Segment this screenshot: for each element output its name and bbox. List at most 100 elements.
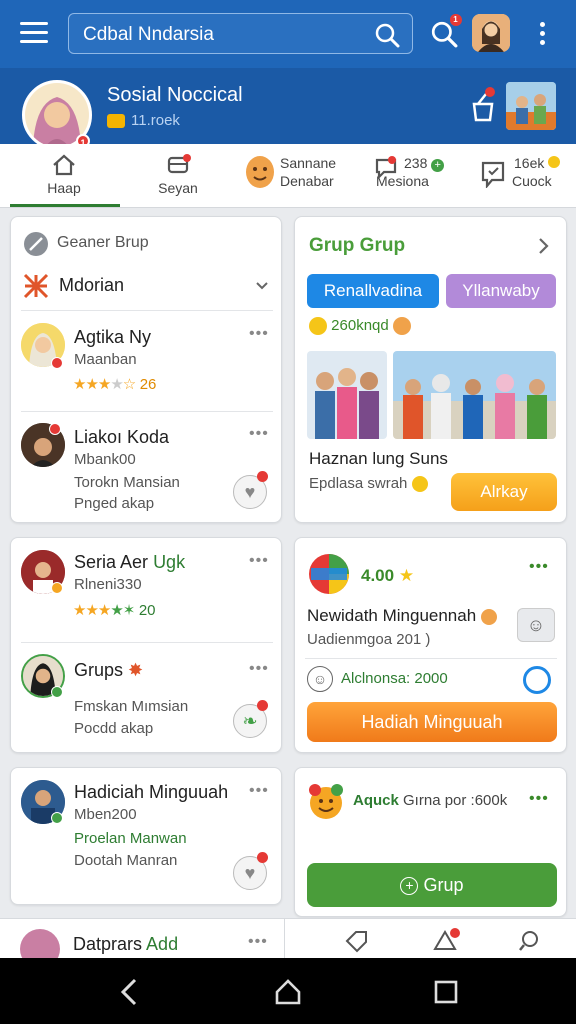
more-options-icon[interactable]: ••• <box>249 325 269 343</box>
tab-seyan[interactable]: Seyan <box>148 154 208 197</box>
divider <box>21 310 273 311</box>
list-item[interactable]: Seria Aer Ugk Rlneni330 ★★★★✶ 20 ••• <box>11 538 281 638</box>
profile-name: Sosial Noccical <box>107 84 243 106</box>
top-app-bar: Cdbal Nndarsia 1 1 <box>0 0 576 68</box>
action-button[interactable]: Alrkay <box>451 473 557 511</box>
photo-subcaption: Epdlasa swrah <box>309 475 428 493</box>
alert-icon[interactable] <box>432 927 462 953</box>
group-card: Geaner Brup Mdorian Agtika Ny Maanban ★★… <box>10 216 282 523</box>
more-options-icon[interactable]: ••• <box>248 933 268 951</box>
item-line1: Proelan Manwan <box>74 830 187 847</box>
ring-icon[interactable] <box>523 666 551 694</box>
dropdown-value: Mdorian <box>59 275 125 295</box>
divider <box>21 411 273 412</box>
back-icon[interactable] <box>118 978 140 1006</box>
search-icon[interactable] <box>518 929 542 953</box>
more-options-icon[interactable] <box>540 22 548 49</box>
more-options-icon[interactable]: ••• <box>249 425 269 443</box>
more-options-icon[interactable]: ••• <box>249 660 269 678</box>
avatar-badge <box>51 582 63 594</box>
pattern-icon <box>23 273 49 299</box>
divider <box>305 658 557 659</box>
item-name: Hadiciah Minguuah <box>74 782 229 802</box>
group-photo[interactable] <box>307 351 387 439</box>
group-card: Aquck Gırna por :600k ••• + Grup <box>294 767 567 917</box>
tab-bar: Haap Seyan Sannane Denabar 238 + Mesiona… <box>0 144 576 208</box>
join-group-button[interactable]: + Grup <box>307 863 557 907</box>
tab-sannane[interactable]: Sannane Denabar <box>244 154 344 190</box>
tab-cuock[interactable]: 16ek Cuock <box>480 154 570 190</box>
stars-icon: ★★★ <box>73 376 111 393</box>
gift-icon[interactable] <box>470 86 496 126</box>
tab-label: Sannane <box>280 155 337 171</box>
item-name: Agtika Ny <box>74 327 152 347</box>
card-label: Aquck Gırna por :600k <box>353 792 508 809</box>
search-icon[interactable] <box>374 22 400 48</box>
coin-icon <box>107 114 125 129</box>
more-options-icon[interactable]: ••• <box>249 782 269 800</box>
stars-icon: ★★★ <box>73 602 111 619</box>
item-name: Liakoı Koda <box>74 427 170 447</box>
home-icon[interactable] <box>274 978 302 1006</box>
rating: ★★★★☆ 26 <box>73 376 157 393</box>
emoji-face-icon <box>246 156 274 188</box>
message-icon <box>481 161 505 188</box>
search-input[interactable]: Cdbal Nndarsia <box>68 13 413 54</box>
more-options-icon[interactable]: ••• <box>529 558 549 576</box>
reward-button[interactable]: Hadiah Minguuah <box>307 702 557 742</box>
tab-home[interactable]: Haap <box>36 154 92 197</box>
bottom-peek-row: Datprars Add ••• <box>0 918 576 969</box>
card-header: Geaner Brup <box>57 234 149 251</box>
item-sub: Maanban <box>74 351 137 368</box>
user-avatar[interactable] <box>472 14 510 52</box>
chevron-down-icon <box>256 282 268 290</box>
list-item[interactable]: Grups ✸ Fmskan Mımsian Pocdd akap ••• ❧ <box>11 646 281 750</box>
avatar-badge <box>49 423 61 435</box>
more-options-icon[interactable]: ••• <box>529 790 549 808</box>
reward-sub: Uadienmgoa 201 ) <box>307 631 431 648</box>
divider <box>284 919 285 959</box>
recents-icon[interactable] <box>434 980 458 1004</box>
hamburger-menu-icon[interactable] <box>20 22 48 46</box>
tag-pill[interactable]: Yllanwaby <box>446 274 556 308</box>
chat-icon <box>375 156 397 180</box>
card-icon <box>167 154 191 174</box>
heart-badge <box>257 471 268 482</box>
item-name: Datprars Add <box>73 934 179 954</box>
chevron-right-icon[interactable] <box>537 237 549 255</box>
list-item[interactable]: Liakoı Koda Mbank00 Torokn Mansian Pnged… <box>11 417 281 517</box>
avatar-badge <box>51 357 63 369</box>
app-logo-icon <box>309 554 349 594</box>
profile-header: 1 Sosial Noccical 11.roek <box>0 68 576 150</box>
item-sub: Rlneni330 <box>74 576 142 593</box>
item-line2: Pocdd akap <box>74 720 154 737</box>
group-card: Seria Aer Ugk Rlneni330 ★★★★✶ 20 ••• Gru… <box>10 537 282 753</box>
reward-title: Newidath Minguennah <box>307 606 497 626</box>
rating: ★★★★✶ 20 <box>73 602 156 619</box>
tab-label-2: Denabar <box>280 173 334 189</box>
item-line1: Torokn Mansian <box>74 474 180 491</box>
tab-count: 238 + <box>404 154 464 172</box>
card-title: Grup Grup <box>309 235 406 256</box>
heart-badge <box>257 852 268 863</box>
tab-label: Cuock <box>512 173 552 189</box>
active-tab-indicator <box>10 204 120 207</box>
photo-caption: Haznan lung Suns <box>309 449 448 468</box>
smile-icon: ☺ <box>307 666 333 692</box>
tab-mesiona[interactable]: 238 + Mesiona <box>374 154 464 190</box>
stat-row: ☺ Alclnonsa: 2000 <box>307 666 557 696</box>
item-line1: Fmskan Mımsian <box>74 698 189 715</box>
more-options-icon[interactable]: ••• <box>249 552 269 570</box>
leaf-icon <box>24 232 48 256</box>
plus-circle-icon: + <box>400 877 419 896</box>
system-nav-bar <box>0 958 576 1024</box>
tag-pill[interactable]: Renallvadina <box>307 274 439 308</box>
tag-icon[interactable] <box>344 929 370 953</box>
profile-subtitle: 11.roek <box>107 112 180 129</box>
group-photo[interactable] <box>393 351 556 439</box>
group-dropdown[interactable]: Mdorian <box>23 273 271 303</box>
tab-label: Haap <box>47 180 81 196</box>
robot-button[interactable]: ☺ <box>517 608 555 642</box>
list-item[interactable]: Agtika Ny Maanban ★★★★☆ 26 ••• <box>11 317 281 407</box>
family-photo-thumb[interactable] <box>506 82 556 130</box>
